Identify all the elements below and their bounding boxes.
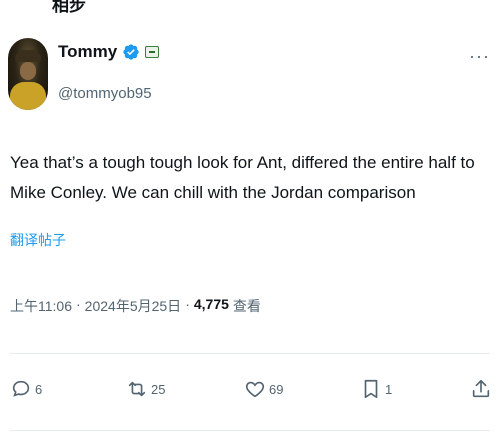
reply-button[interactable]: 6 <box>10 378 42 400</box>
bookmark-icon <box>364 379 378 399</box>
repost-icon <box>128 381 146 397</box>
heart-icon <box>245 381 265 398</box>
author-handle[interactable]: @tommyob95 <box>58 85 152 102</box>
verified-badge-icon <box>123 44 139 60</box>
author-name-row: Tommy <box>58 42 160 62</box>
post-actions: 6 25 69 1 <box>10 378 494 414</box>
bookmark-count: 1 <box>385 381 393 397</box>
repost-count: 25 <box>151 381 166 397</box>
post-text: Yea that’s a tough tough look for Ant, d… <box>10 153 475 202</box>
avatar[interactable] <box>8 38 48 110</box>
share-button[interactable] <box>470 378 492 400</box>
meta-separator: · <box>185 296 190 312</box>
post-date[interactable]: 2024年5月25日 <box>85 296 182 316</box>
like-button[interactable]: 69 <box>244 378 283 400</box>
repost-button[interactable]: 25 <box>126 378 165 400</box>
views-count: 4,775 <box>193 296 229 312</box>
share-icon <box>472 379 490 398</box>
translate-post-link[interactable]: 翻译帖子 <box>10 230 66 250</box>
post-time[interactable]: 上午11:06 <box>10 296 72 316</box>
more-icon[interactable]: ··· <box>469 46 490 67</box>
views-label: 查看 <box>232 298 261 314</box>
reply-icon <box>12 380 30 397</box>
post-header: Tommy @tommyob95 ··· <box>8 38 492 112</box>
like-count: 69 <box>269 381 284 397</box>
divider <box>10 430 490 431</box>
reply-count: 6 <box>35 381 43 397</box>
meta-separator: · <box>76 296 81 312</box>
divider <box>10 353 490 354</box>
author-display-name[interactable]: Tommy <box>58 42 117 62</box>
bookmark-button[interactable]: 1 <box>360 378 392 400</box>
post-meta: 上午11:06 · 2024年5月25日 · 4,775 查看 <box>10 296 261 316</box>
previous-content-fragment: 相步 <box>52 0 86 15</box>
flag-icon <box>145 46 160 58</box>
